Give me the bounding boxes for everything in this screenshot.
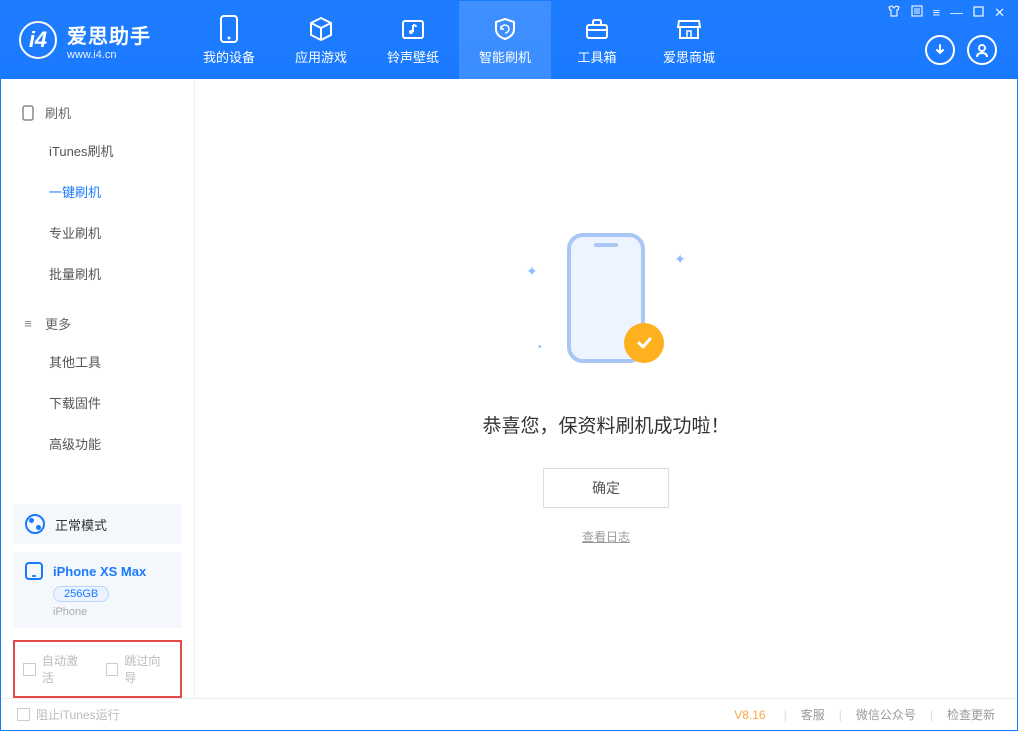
checkbox-icon xyxy=(23,663,36,676)
device-icon xyxy=(25,562,43,580)
mode-label: 正常模式 xyxy=(55,515,107,534)
sparkle-icon: ✦ xyxy=(526,263,538,280)
sidebar-item-download-firmware[interactable]: 下载固件 xyxy=(1,382,194,423)
sidebar-item-itunes-flash[interactable]: iTunes刷机 xyxy=(1,130,194,171)
music-folder-icon xyxy=(399,15,427,43)
app-url: www.i4.cn xyxy=(67,49,151,61)
sidebar-item-other-tools[interactable]: 其他工具 xyxy=(1,341,194,382)
device-capacity: 256GB xyxy=(53,586,109,602)
mode-icon xyxy=(25,514,45,534)
window-controls: ≡ — ✕ xyxy=(887,5,1006,21)
checkbox-skip-guide[interactable]: 跳过向导 xyxy=(106,652,173,686)
hamburger-icon: ≡ xyxy=(21,317,35,331)
sidebar-item-oneclick-flash[interactable]: 一键刷机 xyxy=(1,171,194,212)
sidebar-item-pro-flash[interactable]: 专业刷机 xyxy=(1,212,194,253)
refresh-shield-icon xyxy=(491,15,519,43)
footer-link-wechat[interactable]: 微信公众号 xyxy=(850,706,922,723)
footer: 阻止iTunes运行 V8.16 | 客服 | 微信公众号 | 检查更新 xyxy=(1,698,1017,730)
checkbox-icon xyxy=(17,708,30,721)
shirt-icon[interactable] xyxy=(887,5,901,21)
footer-link-update[interactable]: 检查更新 xyxy=(941,706,1001,723)
sidebar-group-flash: 刷机 xyxy=(1,95,194,130)
sidebar-group-more: ≡ 更多 xyxy=(1,306,194,341)
footer-link-service[interactable]: 客服 xyxy=(795,706,831,723)
tab-toolbox[interactable]: 工具箱 xyxy=(551,1,643,79)
device-type: iPhone xyxy=(53,606,170,618)
sidebar: 刷机 iTunes刷机 一键刷机 专业刷机 批量刷机 ≡ 更多 其他工具 下载固… xyxy=(1,79,195,698)
checkbox-block-itunes[interactable]: 阻止iTunes运行 xyxy=(17,706,120,723)
menu-icon[interactable]: ≡ xyxy=(933,5,941,21)
cube-icon xyxy=(307,15,335,43)
sidebar-item-batch-flash[interactable]: 批量刷机 xyxy=(1,253,194,294)
ok-button[interactable]: 确定 xyxy=(543,468,669,508)
logo: i4 爱思助手 www.i4.cn xyxy=(1,1,169,79)
tab-flash[interactable]: 智能刷机 xyxy=(459,1,551,79)
main-tabs: 我的设备 应用游戏 铃声壁纸 智能刷机 xyxy=(183,1,735,79)
tab-my-device[interactable]: 我的设备 xyxy=(183,1,275,79)
sparkle-icon: • xyxy=(538,342,542,353)
device-name: iPhone XS Max xyxy=(53,564,146,579)
app-window: i4 爱思助手 www.i4.cn 我的设备 应用游戏 xyxy=(0,0,1018,731)
success-message: 恭喜您，保资料刷机成功啦！ xyxy=(482,411,729,438)
options-highlight-box: 自动激活 跳过向导 xyxy=(13,640,182,698)
mode-card[interactable]: 正常模式 xyxy=(13,504,182,544)
phone-small-icon xyxy=(21,106,35,120)
store-icon xyxy=(675,15,703,43)
app-name: 爱思助手 xyxy=(67,20,151,49)
tab-store[interactable]: 爱思商城 xyxy=(643,1,735,79)
header: i4 爱思助手 www.i4.cn 我的设备 应用游戏 xyxy=(1,1,1017,79)
list-icon[interactable] xyxy=(911,5,923,21)
device-card[interactable]: iPhone XS Max 256GB iPhone xyxy=(13,552,182,628)
device-icon xyxy=(215,15,243,43)
main-content: ✦ ✦ • 恭喜您，保资料刷机成功啦！ 确定 查看日志 xyxy=(195,79,1017,698)
tab-ringtones[interactable]: 铃声壁纸 xyxy=(367,1,459,79)
logo-icon: i4 xyxy=(19,21,57,59)
download-button[interactable] xyxy=(925,35,955,65)
minimize-button[interactable]: — xyxy=(950,5,963,21)
checkbox-icon xyxy=(106,663,119,676)
user-button[interactable] xyxy=(967,35,997,65)
success-illustration: ✦ ✦ • xyxy=(516,233,696,383)
version-label: V8.16 xyxy=(734,708,765,722)
view-log-link[interactable]: 查看日志 xyxy=(582,528,630,545)
body: 刷机 iTunes刷机 一键刷机 专业刷机 批量刷机 ≡ 更多 其他工具 下载固… xyxy=(1,79,1017,698)
toolbox-icon xyxy=(583,15,611,43)
tab-apps[interactable]: 应用游戏 xyxy=(275,1,367,79)
success-check-icon xyxy=(624,323,664,363)
close-button[interactable]: ✕ xyxy=(994,5,1005,21)
sparkle-icon: ✦ xyxy=(674,251,686,268)
sidebar-item-advanced[interactable]: 高级功能 xyxy=(1,423,194,464)
checkbox-auto-activate[interactable]: 自动激活 xyxy=(23,652,90,686)
maximize-button[interactable] xyxy=(973,5,984,21)
